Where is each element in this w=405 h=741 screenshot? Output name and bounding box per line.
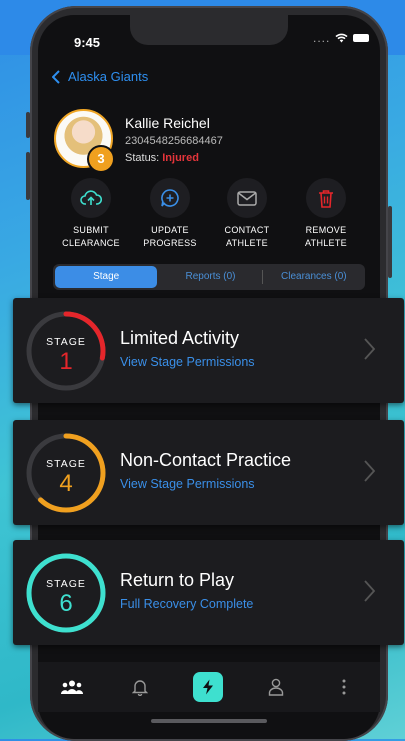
back-button[interactable]: Alaska Giants xyxy=(52,69,148,84)
status-time: 9:45 xyxy=(74,35,101,50)
stage-title: Non-Contact Practice xyxy=(120,450,292,470)
tab-stage[interactable]: Stage xyxy=(55,266,158,288)
nav-team[interactable] xyxy=(38,679,106,695)
nav-profile[interactable] xyxy=(242,678,310,696)
athlete-status: Status: Injured xyxy=(125,152,199,164)
bottom-nav xyxy=(38,662,380,712)
status-label: Status: xyxy=(125,152,160,164)
athlete-id: 2304548256684467 xyxy=(125,135,223,147)
action-label: SUBMIT xyxy=(73,225,109,235)
stage-badge: 3 xyxy=(87,145,115,173)
segment-tabs: Stage Reports (0) Clearances (0) xyxy=(53,264,365,290)
lightning-icon xyxy=(203,679,213,695)
tab-clearances[interactable]: Clearances (0) xyxy=(263,266,365,288)
submit-clearance-button[interactable]: SUBMIT CLEARANCE xyxy=(51,178,131,250)
stage-card-4[interactable]: STAGE 4 Non-Contact Practice View Stage … xyxy=(13,420,404,525)
status-icons: .... xyxy=(313,31,370,45)
stage-progress-ring: STAGE 1 xyxy=(26,311,106,391)
stage-progress-ring: STAGE 4 xyxy=(26,433,106,513)
stage-title: Limited Activity xyxy=(120,328,240,348)
tab-reports[interactable]: Reports (0) xyxy=(159,266,261,288)
remove-athlete-button[interactable]: REMOVE ATHLETE xyxy=(286,178,366,250)
nav-more[interactable] xyxy=(310,679,378,695)
stage-word: STAGE xyxy=(46,578,86,590)
contact-athlete-button[interactable]: CONTACT ATHLETE xyxy=(207,178,287,250)
side-button xyxy=(26,112,30,138)
chevron-right-icon xyxy=(364,460,375,482)
athlete-name: Kallie Reichel xyxy=(125,115,210,131)
signal-dots: .... xyxy=(313,31,331,45)
action-label: ATHLETE xyxy=(226,238,268,248)
stage-card-1[interactable]: STAGE 1 Limited Activity View Stage Perm… xyxy=(13,298,404,403)
battery-icon xyxy=(353,34,370,42)
quick-action-button[interactable] xyxy=(193,672,223,702)
stage-word: STAGE xyxy=(46,336,86,348)
action-label: CONTACT xyxy=(224,225,270,235)
chevron-left-icon xyxy=(52,69,60,84)
full-recovery-complete-link[interactable]: Full Recovery Complete xyxy=(120,597,253,611)
stage-word: STAGE xyxy=(46,458,86,470)
bell-icon xyxy=(132,680,148,696)
chevron-right-icon xyxy=(364,580,375,602)
action-label: PROGRESS xyxy=(143,238,197,248)
back-label: Alaska Giants xyxy=(68,69,149,84)
action-label: REMOVE xyxy=(305,225,347,235)
team-icon xyxy=(61,680,83,694)
cloud-upload-icon xyxy=(80,190,102,205)
chat-plus-icon xyxy=(161,189,179,207)
stage-number: 1 xyxy=(59,348,72,375)
chevron-right-icon xyxy=(364,338,375,360)
side-button xyxy=(388,206,392,278)
mail-icon xyxy=(237,190,257,206)
stage-progress-ring: STAGE 6 xyxy=(26,553,106,633)
update-progress-button[interactable]: UPDATE PROGRESS xyxy=(130,178,210,250)
more-vertical-icon xyxy=(342,679,346,695)
status-value: Injured xyxy=(162,152,199,164)
view-stage-permissions-link[interactable]: View Stage Permissions xyxy=(120,355,255,369)
view-stage-permissions-link[interactable]: View Stage Permissions xyxy=(120,477,255,491)
side-button xyxy=(26,152,30,200)
trash-icon xyxy=(319,189,333,208)
action-label: UPDATE xyxy=(151,225,189,235)
notch xyxy=(130,15,288,45)
action-label: CLEARANCE xyxy=(62,238,120,248)
home-indicator xyxy=(151,719,267,723)
wifi-icon xyxy=(335,33,348,43)
nav-notifications[interactable] xyxy=(106,678,174,696)
action-label: ATHLETE xyxy=(305,238,347,248)
stage-number: 6 xyxy=(59,590,72,617)
stage-card-6[interactable]: STAGE 6 Return to Play Full Recovery Com… xyxy=(13,540,404,645)
stage-title: Return to Play xyxy=(120,570,235,590)
nav-quick-action[interactable] xyxy=(174,672,242,702)
profile-icon xyxy=(268,678,284,696)
stage-number: 4 xyxy=(59,470,72,497)
